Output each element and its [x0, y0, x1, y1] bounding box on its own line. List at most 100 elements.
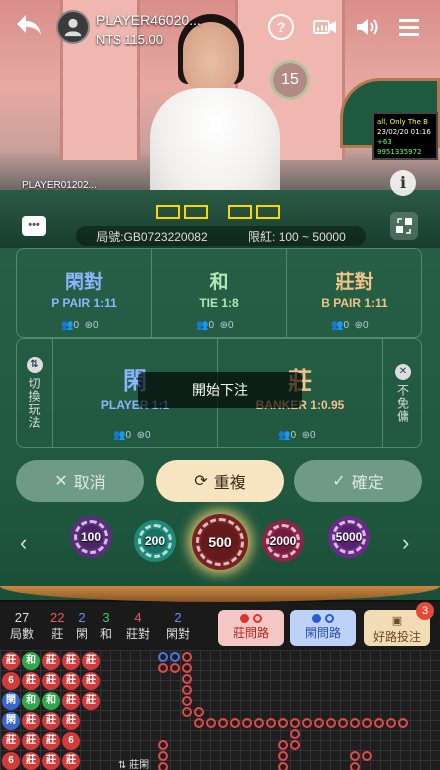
switch-icon: ⇅	[26, 357, 43, 373]
bet-stats: 👥0 ⊛0	[331, 320, 369, 331]
switch-label: 切換玩法	[27, 377, 41, 429]
stat-amount: 0	[144, 430, 151, 441]
player-ask-road-button[interactable]: 閑問路	[290, 610, 356, 646]
big-road-mark	[158, 740, 168, 750]
avatar[interactable]	[56, 10, 90, 44]
side-bet-panel: 閑對 P PAIR 1:11 👥0 ⊛0 和 TIE 1:8 👥0 ⊛0 莊對 …	[16, 248, 422, 338]
round-info-bar: 局號:GB0723220082 限紅: 100 ~ 50000	[76, 226, 366, 246]
repeat-label: 重複	[213, 475, 246, 492]
bead-result: 莊	[62, 692, 80, 710]
road-map: 莊和莊莊莊6莊莊莊莊閑和和莊莊閑莊莊莊莊莊莊66莊莊莊	[0, 650, 440, 770]
stat-amount: 0	[92, 320, 99, 331]
bet-stats: 👥0 ⊛0	[61, 320, 99, 331]
big-road-mark	[158, 663, 168, 673]
tie-bet[interactable]: 和 TIE 1:8 👥0 ⊛0	[152, 249, 287, 337]
help-icon[interactable]: ?	[268, 14, 294, 40]
big-road-mark	[182, 674, 192, 684]
big-road-mark	[278, 751, 288, 761]
stat-label: 和	[100, 627, 113, 641]
chip-200[interactable]: 200	[134, 520, 176, 562]
bead-result: 莊	[22, 712, 40, 730]
player-pair-bet[interactable]: 閑對 P PAIR 1:11 👥0 ⊛0	[17, 249, 152, 337]
chevron-left-icon[interactable]: ‹	[20, 530, 27, 556]
stat-player-pair: 2 閑對	[166, 610, 190, 642]
stat-tie: 3 和	[100, 610, 112, 642]
confirm-button[interactable]: ✓ 確定	[294, 460, 422, 502]
player-name: PLAYER46020...	[96, 12, 201, 28]
bead-result: 莊	[42, 732, 60, 750]
big-road-mark	[182, 685, 192, 695]
sound-icon[interactable]	[354, 14, 380, 40]
countdown-timer: 15	[270, 60, 310, 100]
bead-result: 6	[2, 752, 20, 770]
bead-result: 莊	[62, 672, 80, 690]
user-icon	[64, 18, 82, 37]
big-road-mark	[302, 718, 312, 728]
switch-table-icon[interactable]	[390, 212, 418, 240]
menu-icon[interactable]	[396, 14, 422, 40]
cancel-button[interactable]: ✕ 取消	[16, 460, 144, 502]
big-road-mark	[182, 696, 192, 706]
stat-number: 22	[50, 610, 65, 625]
big-road-mark	[350, 718, 360, 728]
side-monitor: all, Only The B 23/02/20 01:16 +63 99513…	[372, 112, 438, 160]
big-road-mark	[194, 718, 204, 728]
chevron-right-icon[interactable]: ›	[402, 530, 409, 556]
big-road-mark	[374, 718, 384, 728]
round-number: 局號:GB0723220082	[96, 229, 208, 244]
video-icon[interactable]	[312, 14, 338, 40]
big-road-mark	[170, 652, 180, 662]
road-toggle-label[interactable]: ⇅ 莊閑	[118, 756, 149, 770]
betting-area: 閑對 P PAIR 1:11 👥0 ⊛0 和 TIE 1:8 👥0 ⊛0 莊對 …	[0, 248, 440, 600]
chip-2000[interactable]: 2000	[262, 520, 304, 562]
bet-title: 和	[209, 272, 229, 293]
big-road-mark	[278, 740, 288, 750]
big-road-mark	[182, 663, 192, 673]
chip-100[interactable]: 100	[70, 516, 112, 558]
good-road-bet-button[interactable]: ▣ 好路投注 3	[364, 602, 434, 646]
chat-icon[interactable]: •••	[22, 216, 46, 236]
close-icon: ✕	[54, 473, 68, 490]
ring-icon	[253, 614, 262, 623]
dealer-head	[183, 22, 239, 94]
close-icon: ✕	[395, 363, 411, 380]
stat-amount: 0	[309, 430, 316, 441]
bet-stats: 👥0 ⊛0	[113, 430, 151, 441]
back-button[interactable]	[14, 12, 46, 42]
bead-result: 和	[22, 652, 40, 670]
bead-result: 6	[2, 672, 20, 690]
road-button-label: 閑問路	[304, 626, 341, 640]
banker-ask-road-button[interactable]: 莊問路	[218, 610, 284, 646]
info-icon[interactable]: i	[390, 170, 416, 196]
stat-banker: 22 莊	[50, 610, 64, 642]
stat-label: 莊	[51, 627, 64, 641]
big-road-mark	[158, 751, 168, 761]
banker-pair-bet[interactable]: 莊對 B PAIR 1:11 👥0 ⊛0	[287, 249, 422, 337]
big-road-mark	[182, 652, 192, 662]
big-road-mark	[230, 718, 240, 728]
bead-result: 莊	[42, 652, 60, 670]
big-road-mark	[338, 718, 348, 728]
bead-result: 莊	[62, 652, 80, 670]
stat-rounds: 27 局數	[10, 610, 34, 642]
repeat-button[interactable]: ⟳ 重複	[156, 460, 284, 502]
bead-result: 莊	[2, 652, 20, 670]
balance: NT$ 115.00	[96, 32, 163, 47]
bet-stats: 👥0 ⊛0	[196, 320, 234, 331]
bead-result: 閑	[2, 692, 20, 710]
chip-5000[interactable]: 5000	[328, 516, 370, 558]
stat-number: 3	[102, 610, 110, 625]
bead-result: 莊	[62, 752, 80, 770]
stat-label: 閑對	[166, 627, 191, 641]
big-road	[158, 652, 440, 770]
stat-amount: 0	[227, 320, 234, 331]
monitor-line: 23/02/20 01:16	[377, 128, 431, 136]
no-commission-button[interactable]: ✕ 不免傭	[385, 339, 421, 447]
check-icon: ✓	[332, 473, 346, 490]
big-road-mark	[206, 718, 216, 728]
big-road-mark	[326, 718, 336, 728]
bet-odds: B PAIR 1:11	[321, 296, 388, 310]
chip-500[interactable]: 500	[192, 514, 248, 570]
big-road-mark	[254, 718, 264, 728]
switch-mode-button[interactable]: ⇅ 切換玩法	[17, 339, 53, 447]
